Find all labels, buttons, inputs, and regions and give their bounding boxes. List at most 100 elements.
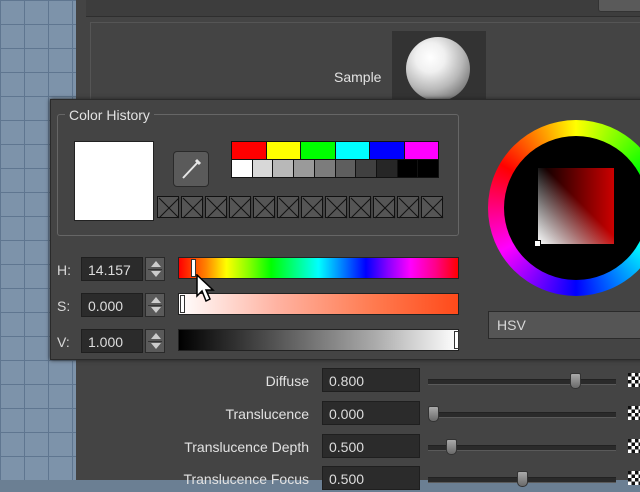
hue-field[interactable]: 14.157 xyxy=(81,257,143,281)
slider-handle[interactable] xyxy=(570,373,581,389)
history-empty-slot[interactable] xyxy=(301,196,324,219)
history-slots xyxy=(157,196,445,219)
empty-slot-icon xyxy=(350,197,372,219)
palette-color-swatch[interactable] xyxy=(370,142,405,159)
attr-row-translucence-depth: Translucence Depth 0.500 xyxy=(76,434,640,460)
spin-down-icon[interactable] xyxy=(151,307,161,313)
palette-gray-swatch[interactable] xyxy=(397,160,419,177)
history-empty-slot[interactable] xyxy=(421,196,444,219)
history-empty-slot[interactable] xyxy=(349,196,372,219)
checker-map-icon[interactable] xyxy=(628,406,640,420)
hue-label: H: xyxy=(57,262,71,278)
attr-slider[interactable] xyxy=(428,439,616,455)
palette-gray-swatch[interactable] xyxy=(314,160,336,177)
spin-up-icon[interactable] xyxy=(151,333,161,339)
hue-spinner[interactable] xyxy=(145,257,165,281)
empty-slot-icon xyxy=(254,197,276,219)
history-empty-slot[interactable] xyxy=(253,196,276,219)
palette-gray-swatch[interactable] xyxy=(294,160,315,177)
hue-row: H: 14.157 xyxy=(51,257,481,283)
empty-slot-icon xyxy=(326,197,348,219)
saturation-field[interactable]: 0.000 xyxy=(81,293,143,317)
history-empty-slot[interactable] xyxy=(205,196,228,219)
attr-field[interactable]: 0.500 xyxy=(322,434,420,458)
attribute-topbar xyxy=(86,0,640,17)
palette-row-primary xyxy=(232,142,438,159)
attr-slider[interactable] xyxy=(428,406,616,422)
slider-handle[interactable] xyxy=(446,439,457,455)
palette-gray-swatch[interactable] xyxy=(335,160,357,177)
checker-map-icon[interactable] xyxy=(628,471,640,485)
attr-slider[interactable] xyxy=(428,471,616,487)
palette-color-swatch[interactable] xyxy=(301,142,336,159)
checker-map-icon[interactable] xyxy=(628,373,640,387)
saturation-label: S: xyxy=(57,298,71,314)
attr-field[interactable]: 0.000 xyxy=(322,401,420,425)
color-history-title: Color History xyxy=(65,107,154,123)
color-wheel[interactable] xyxy=(488,120,640,298)
history-empty-slot[interactable] xyxy=(325,196,348,219)
attr-slider[interactable] xyxy=(428,373,616,389)
attr-field[interactable]: 0.500 xyxy=(322,466,420,490)
checker-map-icon[interactable] xyxy=(628,439,640,453)
topbar-button[interactable] xyxy=(598,0,640,12)
history-empty-slot[interactable] xyxy=(277,196,300,219)
empty-slot-icon xyxy=(182,197,204,219)
palette-color-swatch[interactable] xyxy=(266,142,301,159)
slider-handle[interactable] xyxy=(428,406,439,422)
current-color-swatch[interactable] xyxy=(74,141,154,221)
palette-row-gray xyxy=(232,159,439,177)
sample-sphere xyxy=(406,37,470,101)
palette-gray-swatch[interactable] xyxy=(232,160,253,177)
spin-down-icon[interactable] xyxy=(151,343,161,349)
saturation-marker[interactable] xyxy=(180,295,185,313)
spinner-divider xyxy=(148,341,162,342)
palette-color-swatch[interactable] xyxy=(335,142,370,159)
attr-label: Translucence Depth xyxy=(184,439,309,455)
palette-gray-swatch[interactable] xyxy=(418,160,439,177)
palette-color-swatch[interactable] xyxy=(232,142,267,159)
empty-slot-icon xyxy=(206,197,228,219)
saturation-value-square[interactable] xyxy=(538,168,614,244)
attr-row-translucence: Translucence 0.000 xyxy=(76,401,640,427)
history-empty-slot[interactable] xyxy=(229,196,252,219)
arrow-cursor-icon xyxy=(196,274,215,303)
spin-up-icon[interactable] xyxy=(151,261,161,267)
sv-marker[interactable] xyxy=(534,240,541,247)
palette-color-swatch[interactable] xyxy=(404,142,438,159)
attr-row-diffuse: Diffuse 0.800 xyxy=(76,368,640,394)
palette-gray-swatch[interactable] xyxy=(376,160,398,177)
color-palette xyxy=(231,141,439,178)
attr-field[interactable]: 0.800 xyxy=(322,368,420,392)
palette-gray-swatch[interactable] xyxy=(273,160,295,177)
empty-slot-icon xyxy=(278,197,300,219)
value-field[interactable]: 1.000 xyxy=(81,329,143,353)
empty-slot-icon xyxy=(422,197,444,219)
hue-bar[interactable] xyxy=(178,257,459,279)
empty-slot-icon xyxy=(158,197,180,219)
attr-row-translucence-focus: Translucence Focus 0.500 xyxy=(76,466,640,492)
spin-up-icon[interactable] xyxy=(151,297,161,303)
empty-slot-icon xyxy=(398,197,420,219)
saturation-bar[interactable] xyxy=(178,293,459,315)
value-label: V: xyxy=(57,334,70,350)
palette-gray-swatch[interactable] xyxy=(356,160,377,177)
sample-swatch xyxy=(392,31,486,103)
color-chooser-popup: Color History H: 14.157 S: 0.000 V: 1.00… xyxy=(50,99,640,360)
eyedropper-icon xyxy=(182,158,202,179)
history-empty-slot[interactable] xyxy=(373,196,396,219)
spin-down-icon[interactable] xyxy=(151,271,161,277)
history-empty-slot[interactable] xyxy=(397,196,420,219)
palette-gray-swatch[interactable] xyxy=(252,160,274,177)
slider-handle[interactable] xyxy=(517,471,528,487)
history-empty-slot[interactable] xyxy=(157,196,180,219)
history-empty-slot[interactable] xyxy=(181,196,204,219)
value-spinner[interactable] xyxy=(145,329,165,353)
value-bar[interactable] xyxy=(178,329,459,351)
value-marker[interactable] xyxy=(454,331,459,349)
saturation-spinner[interactable] xyxy=(145,293,165,317)
eyedropper-button[interactable] xyxy=(173,151,209,187)
color-mode-select[interactable]: HSV xyxy=(488,311,640,339)
attr-label: Diffuse xyxy=(265,373,309,389)
value-row: V: 1.000 xyxy=(51,329,481,355)
